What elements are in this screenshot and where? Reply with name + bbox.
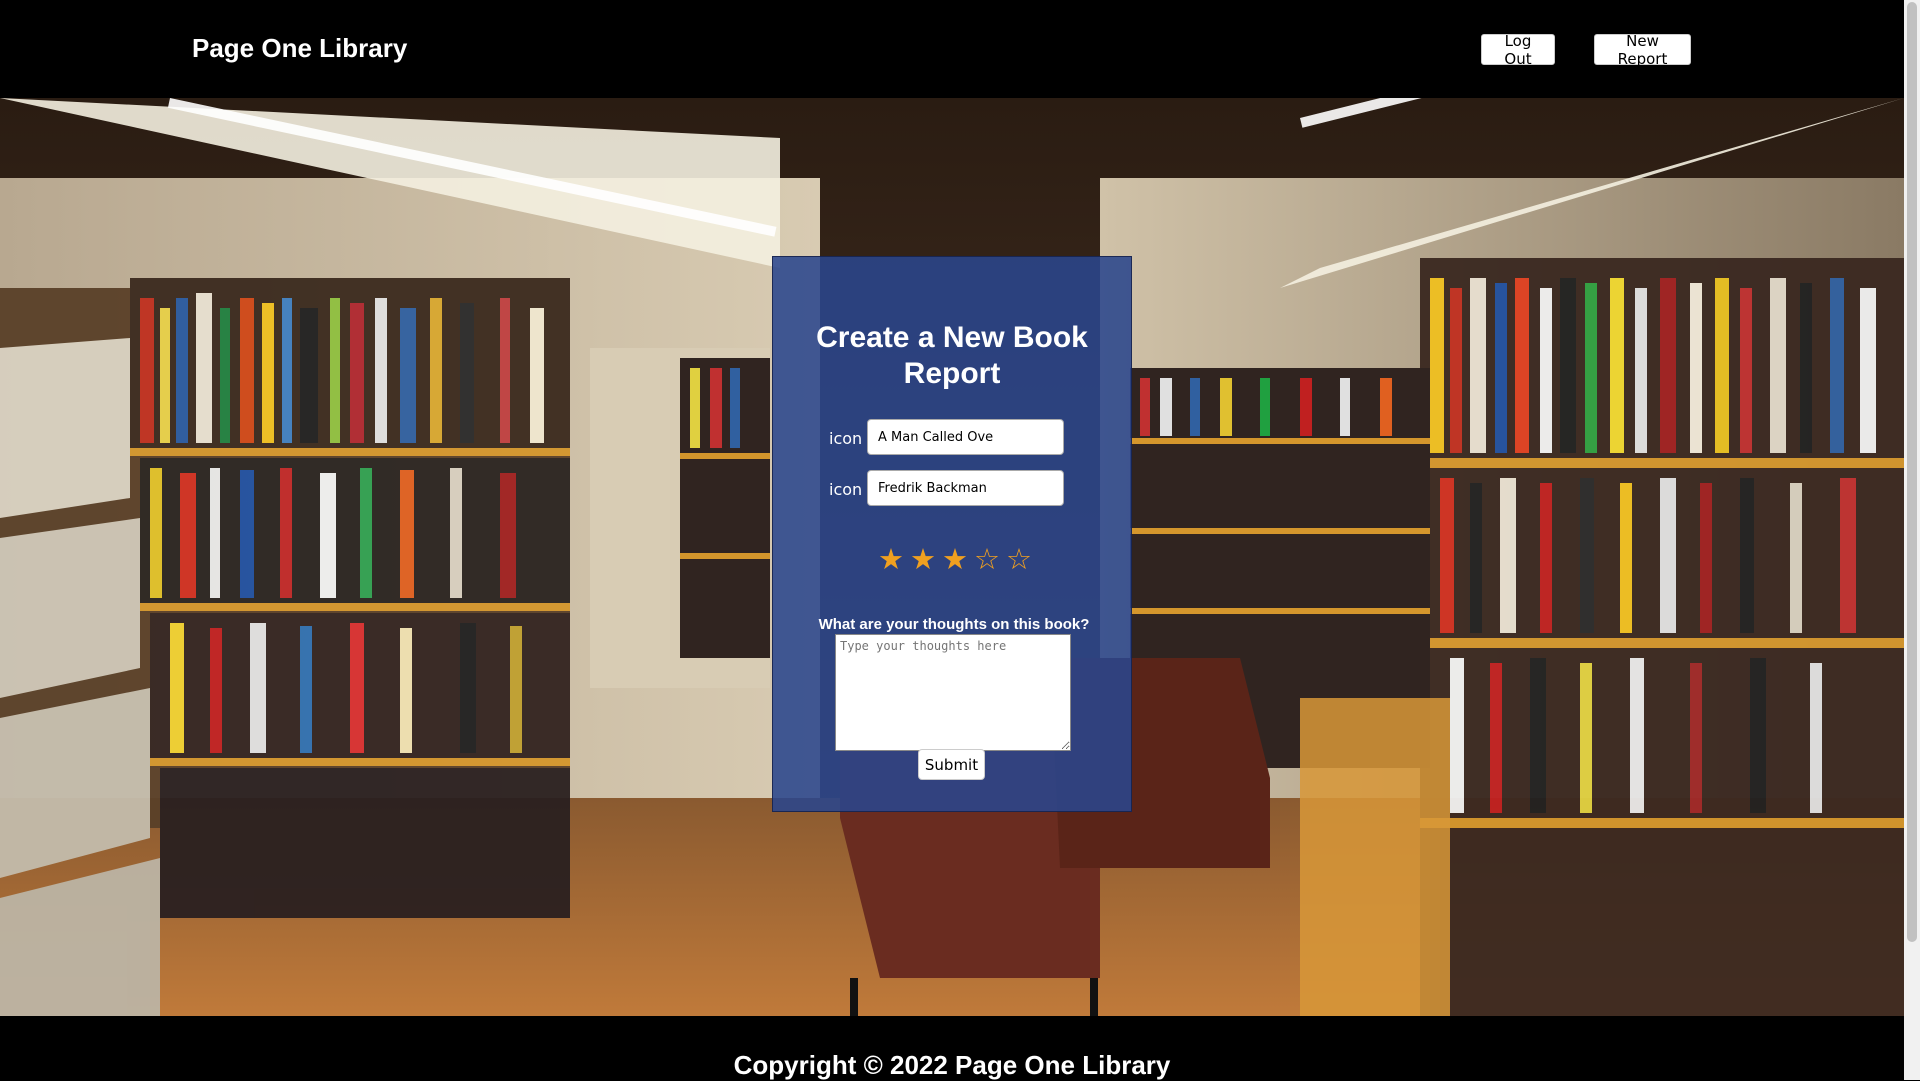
book-title-input[interactable] <box>867 419 1064 455</box>
new-report-button[interactable]: New Report <box>1594 32 1691 68</box>
filled-star-icon[interactable]: ★ <box>942 542 974 576</box>
thoughts-textarea[interactable] <box>835 634 1071 751</box>
form-title: Create a New Book Report <box>816 321 1088 390</box>
new-book-report-form: Create a New Book Report icon icon ★★★☆☆… <box>772 256 1132 812</box>
library-background-image: Create a New Book Report icon icon ★★★☆☆… <box>0 98 1904 1016</box>
empty-star-icon[interactable]: ☆ <box>1006 542 1038 576</box>
scrollbar-thumb[interactable] <box>1907 2 1917 942</box>
filled-star-icon[interactable]: ★ <box>878 542 910 576</box>
submit-button[interactable]: Submit <box>918 749 985 780</box>
book-author-input[interactable] <box>867 470 1064 506</box>
book-author-icon: icon <box>829 480 863 499</box>
copyright-text: Copyright © 2022 Page One Library <box>733 1050 1171 1080</box>
book-title-row: icon <box>773 419 1131 457</box>
book-author-row: icon <box>773 470 1131 508</box>
logout-button[interactable]: Log Out <box>1481 32 1555 68</box>
top-navbar: Page One Library Log Out New Report <box>0 0 1904 98</box>
right-bookshelf <box>1420 258 1904 1016</box>
middle-shelf <box>590 348 770 688</box>
site-brand[interactable]: Page One Library <box>192 33 407 64</box>
book-title-icon: icon <box>829 429 863 448</box>
page-footer: Copyright © 2022 Page One Library <box>0 1016 1904 1080</box>
filled-star-icon[interactable]: ★ <box>910 542 942 576</box>
left-bookshelf <box>0 278 570 1016</box>
star-rating: ★★★☆☆ <box>773 542 1131 576</box>
thoughts-label: What are your thoughts on this book? <box>818 616 1090 633</box>
empty-star-icon[interactable]: ☆ <box>974 542 1006 576</box>
wooden-cart <box>1300 698 1450 1016</box>
vertical-scrollbar[interactable] <box>1904 0 1920 1080</box>
